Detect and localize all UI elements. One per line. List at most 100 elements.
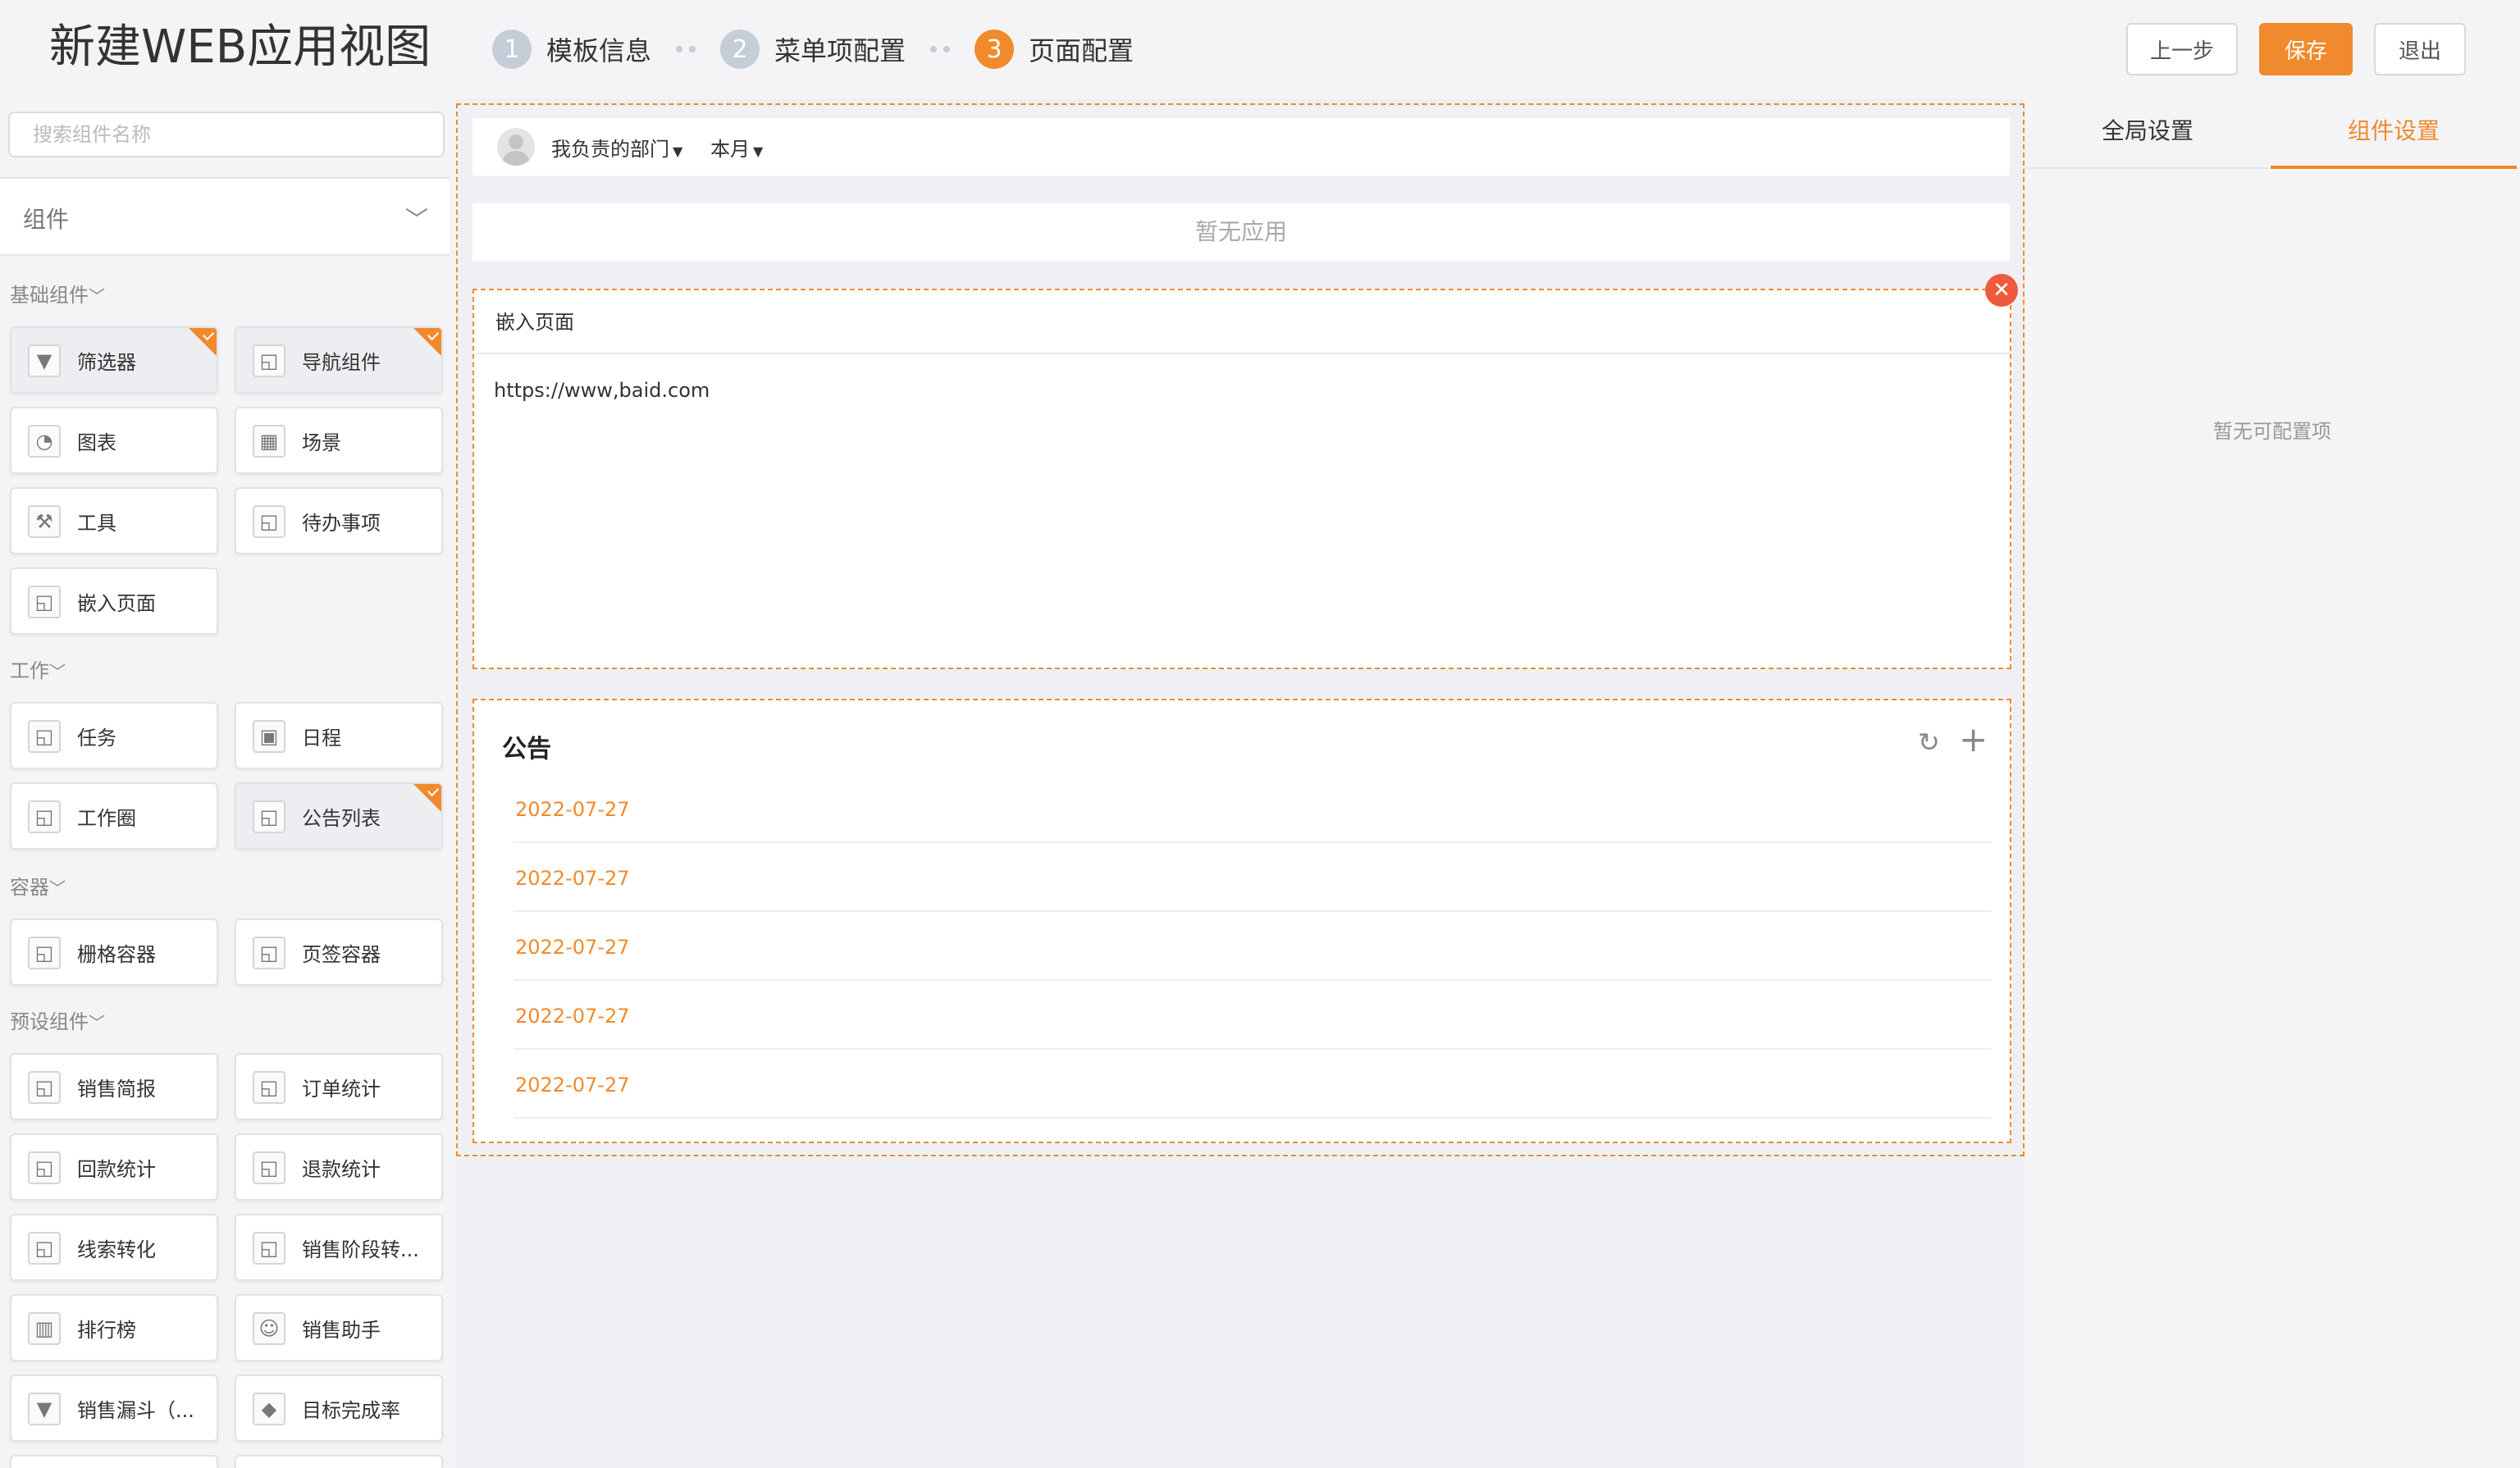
- step-number: 3: [975, 30, 1015, 69]
- component-tile-label: 线索转化: [77, 1238, 156, 1261]
- empty-config-text: 暂无可配置项: [2213, 420, 2331, 443]
- exit-button[interactable]: 退出: [2374, 23, 2466, 75]
- component-tile[interactable]: ◱ 线索转化: [10, 1214, 218, 1281]
- notice-row[interactable]: 2022-07-27: [514, 776, 1992, 843]
- step-number: 2: [720, 30, 760, 69]
- component-tile-label: 销售简报: [77, 1078, 156, 1101]
- layout-icon: ▦: [253, 425, 285, 458]
- close-icon[interactable]: ✕: [1985, 274, 2018, 307]
- component-tile[interactable]: ▣ 日程: [235, 702, 443, 769]
- component-tile-label: 销售助手: [302, 1319, 381, 1342]
- component-tile[interactable]: ◱ 栅格容器: [10, 919, 218, 986]
- no-app-placeholder: 暂无应用: [472, 203, 2010, 261]
- window-icon: ◱: [28, 720, 61, 753]
- settings-panel: 全局设置 组件设置 暂无可配置项: [2025, 98, 2520, 1468]
- component-tile-label: 退款统计: [302, 1158, 381, 1181]
- window-icon: ◱: [28, 1071, 61, 1104]
- components-section-header[interactable]: 组件 ﹀: [0, 177, 450, 256]
- step-label: 菜单项配置: [774, 35, 906, 66]
- component-tile-label: 公告列表: [302, 807, 381, 830]
- component-tile[interactable]: ◱ 待办事项: [235, 487, 443, 554]
- notice-row[interactable]: 2022-07-27: [514, 1051, 1992, 1119]
- chevron-down-icon: ﹀: [89, 1013, 105, 1033]
- caret-down-icon: ▼: [673, 144, 683, 159]
- component-tile-label: 导航组件: [302, 351, 381, 374]
- component-tile[interactable]: ▼ 销售漏斗（...: [10, 1375, 218, 1442]
- notice-list-widget[interactable]: 公告 ↻ + 2022-07-27 2022-07-27 2022-07-27 202…: [472, 699, 2011, 1143]
- component-tile-label: 目标完成率: [302, 1399, 400, 1422]
- avatar: [497, 128, 535, 166]
- component-tile[interactable]: ◱员工目标完...: [10, 1455, 218, 1468]
- notice-row[interactable]: 2022-07-27: [514, 914, 1992, 981]
- window-icon: ◱: [28, 937, 61, 969]
- component-tile[interactable]: ◱ 页签容器: [235, 919, 443, 986]
- selected-check-icon: [413, 784, 441, 812]
- window-icon: ◱: [253, 800, 285, 833]
- window-icon: ◱: [253, 1151, 285, 1184]
- component-tile[interactable]: ▦ 场景: [235, 407, 443, 474]
- period-filter-dropdown[interactable]: 本月 ▼: [710, 133, 763, 162]
- header: 新建WEB应用视图 1 模板信息 2 菜单项配置 3 页面配置 上一步 保存 退…: [0, 0, 2520, 98]
- component-tile[interactable]: ◱ 退款统计: [235, 1133, 443, 1201]
- component-tile[interactable]: ◱ 销售阶段转...: [235, 1214, 443, 1281]
- group-label-text: 工作: [10, 659, 49, 682]
- tab-component-settings[interactable]: 组件设置: [2271, 98, 2517, 169]
- period-filter-label: 本月: [710, 138, 750, 161]
- filter-bar: 我负责的部门 ▼ 本月 ▼: [472, 118, 2010, 176]
- refresh-icon[interactable]: ↻: [1918, 727, 1940, 758]
- notice-row[interactable]: 2022-07-27: [514, 982, 1992, 1050]
- component-tile-label: 图表: [77, 431, 116, 454]
- window-icon: ◱: [28, 1232, 61, 1265]
- component-tile[interactable]: ⚒ 工具: [10, 487, 218, 554]
- group-label-text: 预设组件: [10, 1010, 89, 1033]
- check-badge-icon: ◆: [253, 1393, 285, 1425]
- selected-check-icon: [189, 328, 217, 356]
- page-canvas: 我负责的部门 ▼ 本月 ▼ 暂无应用 嵌入页面 https://www,baid.c…: [456, 98, 2025, 1468]
- component-tile[interactable]: ▼ 筛选器: [10, 326, 218, 394]
- component-tile[interactable]: ◱ 工作圈: [10, 782, 218, 850]
- component-tile[interactable]: ◔ 图表: [10, 407, 218, 474]
- tab-global-settings[interactable]: 全局设置: [2025, 98, 2271, 169]
- embed-page-url: https://www,baid.com: [494, 379, 710, 402]
- step-separator: [676, 46, 696, 52]
- step-number: 1: [492, 30, 532, 69]
- component-tile[interactable]: ◆ 目标完成率: [235, 1375, 443, 1442]
- component-tile-label: 场景: [302, 431, 341, 454]
- step-indicator: 1 模板信息 2 菜单项配置 3 页面配置: [492, 26, 1134, 72]
- group-label[interactable]: 工作﹀: [10, 654, 66, 683]
- window-icon: ◱: [253, 344, 285, 377]
- pie-chart-icon: ◔: [28, 425, 61, 458]
- component-tile[interactable]: ◱ 回款统计: [10, 1133, 218, 1201]
- component-tile[interactable]: ◱ 订单统计: [235, 1053, 443, 1120]
- window-icon: ◱: [28, 586, 61, 618]
- chevron-down-icon: ﹀: [89, 286, 105, 306]
- group-label[interactable]: 容器﹀: [10, 871, 66, 900]
- component-tile[interactable]: ◱ 任务: [10, 702, 218, 769]
- component-tile[interactable]: ◱ 嵌入页面: [10, 568, 218, 635]
- component-search-input[interactable]: 搜索组件名称: [8, 112, 445, 157]
- group-label[interactable]: 基础组件﹀: [10, 279, 105, 308]
- add-icon[interactable]: +: [1959, 720, 1988, 759]
- group-label[interactable]: 预设组件﹀: [10, 1005, 105, 1034]
- window-icon: ◱: [253, 1071, 285, 1104]
- group-label-text: 基础组件: [10, 284, 89, 307]
- prev-step-button[interactable]: 上一步: [2126, 23, 2238, 75]
- step-label: 模板信息: [546, 35, 652, 66]
- component-tile[interactable]: ▥ 排行榜: [10, 1294, 218, 1361]
- component-tile[interactable]: ◱ 导航组件: [235, 326, 443, 394]
- component-tile[interactable]: ◱年度目标完...: [235, 1455, 443, 1468]
- component-tile-label: 工具: [77, 512, 116, 535]
- canvas-frame: 我负责的部门 ▼ 本月 ▼ 暂无应用 嵌入页面 https://www,baid.c…: [456, 103, 2025, 1156]
- component-tile[interactable]: ☺ 销售助手: [235, 1294, 443, 1361]
- window-icon: ◱: [28, 1151, 61, 1184]
- component-tile-label: 工作圈: [77, 807, 136, 830]
- save-button[interactable]: 保存: [2259, 23, 2353, 75]
- caret-down-icon: ▼: [753, 144, 764, 159]
- component-tile[interactable]: ◱ 公告列表: [235, 782, 443, 850]
- embed-page-widget[interactable]: 嵌入页面 https://www,baid.com: [472, 289, 2011, 669]
- department-filter-label: 我负责的部门: [551, 138, 669, 161]
- component-tile[interactable]: ◱ 销售简报: [10, 1053, 218, 1120]
- notice-row[interactable]: 2022-07-27: [514, 845, 1992, 912]
- step-3: 3 页面配置: [975, 30, 1134, 69]
- department-filter-dropdown[interactable]: 我负责的部门 ▼: [551, 133, 682, 162]
